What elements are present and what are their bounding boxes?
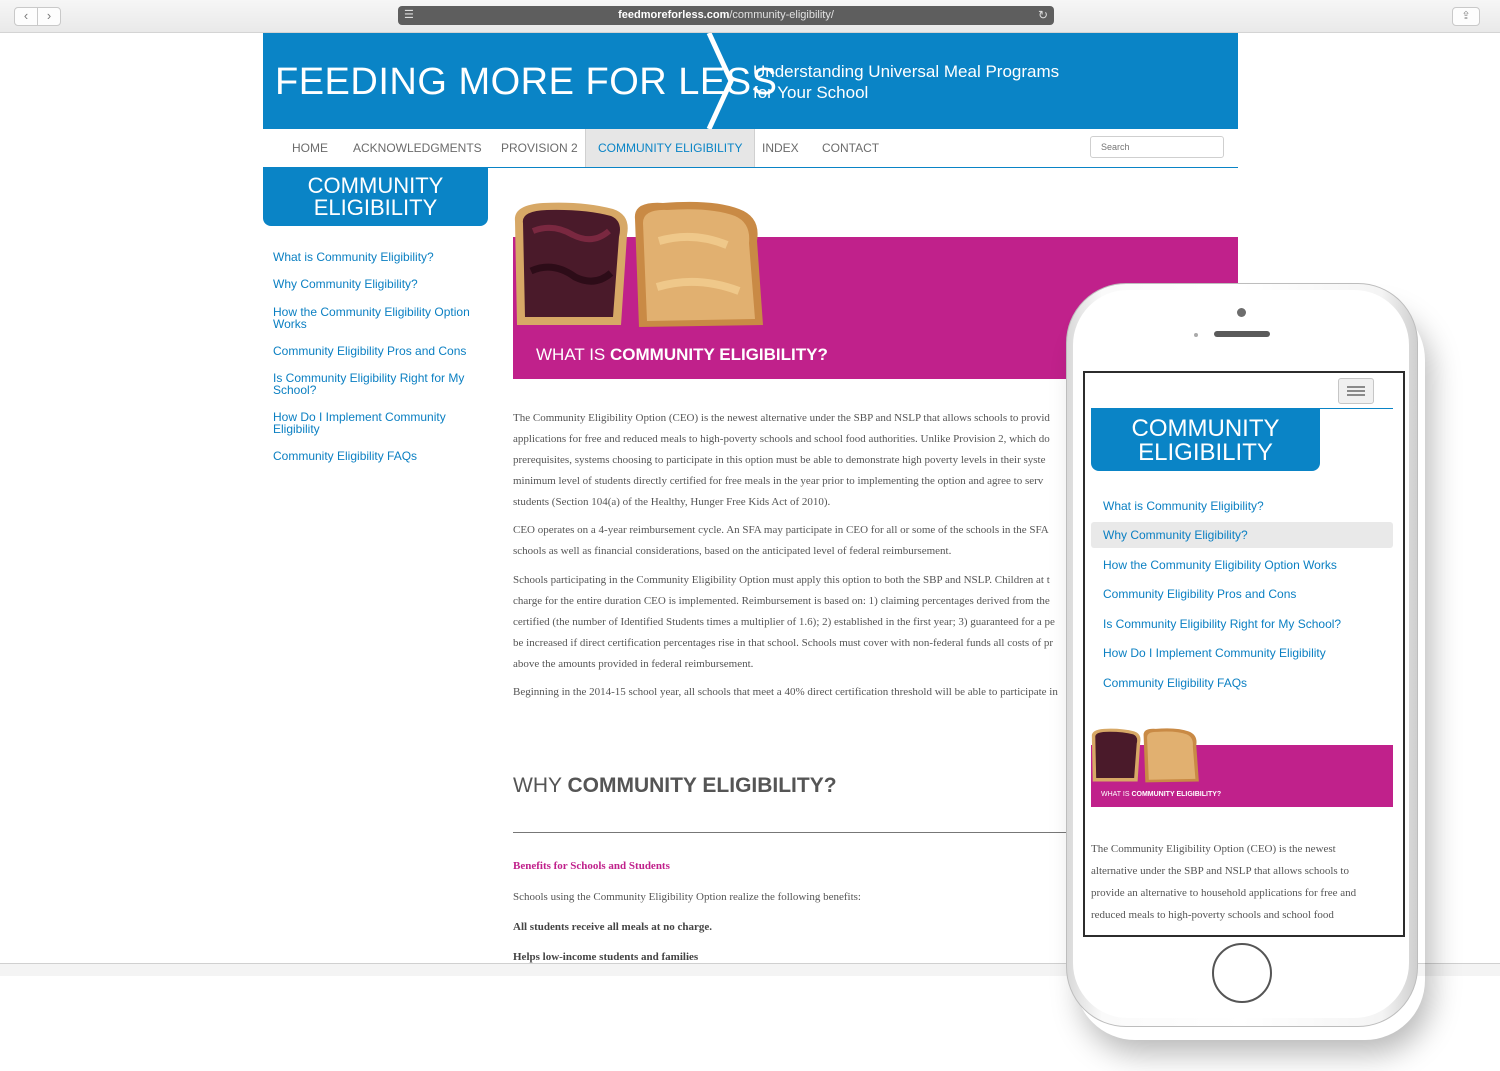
why-heading-bold: COMMUNITY ELIGIBILITY? [567, 774, 837, 797]
proximity-sensor [1194, 333, 1198, 337]
reload-icon[interactable]: ↻ [1038, 6, 1048, 25]
mobile-link-faqs[interactable]: Community Eligibility FAQs [1091, 670, 1393, 696]
paragraph-3: Schools participating in the Community E… [513, 570, 1073, 675]
hamburger-icon [1347, 390, 1365, 392]
site-tagline: Understanding Universal Meal Programs fo… [753, 61, 1113, 103]
mobile-link-what-is[interactable]: What is Community Eligibility? [1091, 493, 1393, 519]
nav-provision-2[interactable]: PROVISION 2 [501, 129, 578, 167]
hamburger-menu-button[interactable] [1338, 378, 1374, 404]
sidebar-link-why[interactable]: Why Community Eligibility? [273, 278, 478, 290]
benefit-item: Helps low-income students and families [513, 951, 699, 963]
mobile-paragraph-line: The Community Eligibility Option (CEO) i… [1091, 843, 1336, 855]
forward-button[interactable]: › [37, 7, 61, 26]
site-banner: FEEDING MORE FOR LESS Understanding Univ… [263, 33, 1238, 129]
mobile-link-right-for-school[interactable]: Is Community Eligibility Right for My Sc… [1091, 611, 1393, 637]
sidebar-link-what-is[interactable]: What is Community Eligibility? [273, 251, 478, 263]
chevron-left-icon: ‹ [23, 8, 29, 23]
paragraph-1-line: The Community Eligibility Option (CEO) i… [513, 412, 1050, 424]
paragraph-3-line: Schools participating in the Community E… [513, 574, 1050, 586]
why-heading-prefix: WHY [513, 774, 568, 797]
paragraph-3-line: charge for the entire duration CEO is im… [513, 595, 1050, 607]
address-bar[interactable]: ☰ feedmoreforless.com/community-eligibil… [398, 6, 1054, 25]
mobile-paragraph: The Community Eligibility Option (CEO) i… [1091, 838, 1391, 926]
hero-title-bold: COMMUNITY ELIGIBILITY? [610, 345, 828, 364]
sidebar-link-right-for-school[interactable]: Is Community Eligibility Right for My Sc… [273, 372, 478, 396]
section-heading-why: WHY COMMUNITY ELIGIBILITY? [513, 774, 837, 798]
paragraph-2: CEO operates on a 4-year reimbursement c… [513, 520, 1073, 562]
toast-image [514, 201, 763, 327]
mobile-link-pros-cons[interactable]: Community Eligibility Pros and Cons [1091, 581, 1393, 607]
mobile-paragraph-line: reduced meals to high-poverty schools an… [1091, 909, 1334, 921]
hamburger-icon [1347, 394, 1365, 396]
mobile-heading-line-2: ELIGIBILITY [1138, 439, 1273, 466]
sidebar-heading: COMMUNITY ELIGIBILITY [263, 167, 488, 226]
home-button[interactable] [1212, 943, 1272, 1003]
chevron-right-icon: › [46, 8, 52, 23]
nav-contact[interactable]: CONTACT [822, 129, 879, 167]
mobile-link-how-works[interactable]: How the Community Eligibility Option Wor… [1091, 552, 1393, 578]
back-button[interactable]: ‹ [14, 7, 38, 26]
jam-toast [514, 202, 628, 325]
sidebar-link-implement[interactable]: How Do I Implement Community Eligibility [273, 411, 478, 435]
paragraph-4: Beginning in the 2014-15 school year, al… [513, 682, 1073, 703]
peanut-butter-toast [634, 201, 763, 327]
tagline-line-2: for Your School [753, 83, 869, 102]
nav-acknowledgments[interactable]: ACKNOWLEDGMENTS [353, 129, 482, 167]
speaker-grille [1214, 331, 1270, 337]
phone-screen: COMMUNITY ELIGIBILITY What is Community … [1083, 371, 1405, 937]
paragraph-1: The Community Eligibility Option (CEO) i… [513, 408, 1073, 513]
mobile-hero-title: WHAT IS COMMUNITY ELIGIBILITY? [1101, 791, 1221, 798]
paragraph-3-line: be increased if direct certification per… [513, 637, 1054, 649]
mobile-hero-prefix: WHAT IS [1101, 791, 1132, 798]
paragraph-2-line: schools as well as financial considerati… [513, 545, 952, 557]
sidebar-link-pros-cons[interactable]: Community Eligibility Pros and Cons [273, 345, 478, 357]
nav-index[interactable]: INDEX [762, 129, 799, 167]
paragraph-1-line: prerequisites, systems choosing to parti… [513, 454, 1046, 466]
benefit-item: All students receive all meals at no cha… [513, 921, 712, 933]
paragraph-4-line: Beginning in the 2014-15 school year, al… [513, 686, 1058, 698]
nav-community-eligibility[interactable]: COMMUNITY ELIGIBILITY [585, 129, 756, 167]
paragraph-1-line: applications for free and reduced meals … [513, 433, 1050, 445]
mobile-paragraph-line: provide an alternative to household appl… [1091, 887, 1357, 899]
mobile-sidebar-heading: COMMUNITY ELIGIBILITY [1091, 409, 1320, 471]
paragraph-3-line: above the amounts provided in federal re… [513, 658, 754, 670]
search-input[interactable] [1090, 136, 1224, 158]
benefits-intro: Schools using the Community Eligibility … [513, 891, 861, 903]
mobile-hero-bold: COMMUNITY ELIGIBILITY? [1131, 791, 1222, 798]
mobile-paragraph-line: alternative under the SBP and NSLP that … [1091, 865, 1349, 877]
mobile-link-why[interactable]: Why Community Eligibility? [1091, 522, 1393, 548]
front-camera-icon [1237, 308, 1246, 317]
sidebar-heading-line-1: COMMUNITY [307, 173, 444, 198]
sidebar-heading-line-2: ELIGIBILITY [313, 195, 438, 220]
reader-view-icon[interactable]: ☰ [404, 6, 414, 25]
tagline-line-1: Understanding Universal Meal Programs [753, 62, 1060, 81]
hero-title-prefix: WHAT IS [536, 345, 610, 364]
hero-title: WHAT IS COMMUNITY ELIGIBILITY? [536, 345, 828, 365]
section-divider [513, 832, 1073, 833]
paragraph-2-line: CEO operates on a 4-year reimbursement c… [513, 524, 1049, 536]
paragraph-1-line: minimum level of students directly certi… [513, 475, 1044, 487]
url-host: feedmoreforless.com [618, 9, 730, 21]
nav-home[interactable]: HOME [292, 129, 328, 167]
banner-chevron-divider [706, 33, 734, 129]
paragraph-1-line: students (Section 104(a) of the Healthy,… [513, 496, 831, 508]
mobile-toast-image [1091, 728, 1199, 783]
main-nav: HOME ACKNOWLEDGMENTS PROVISION 2 COMMUNI… [263, 129, 1238, 168]
browser-toolbar: ‹ › ☰ feedmoreforless.com/community-elig… [0, 0, 1500, 33]
mobile-heading-line-1: COMMUNITY [1131, 415, 1280, 442]
benefits-heading: Benefits for Schools and Students [513, 860, 670, 872]
sidebar-link-faqs[interactable]: Community Eligibility FAQs [273, 450, 478, 462]
mobile-link-implement[interactable]: How Do I Implement Community Eligibility [1091, 640, 1393, 666]
paragraph-3-line: certified (the number of Identified Stud… [513, 616, 1055, 628]
hamburger-icon [1347, 386, 1365, 388]
share-icon: ⇪ [1461, 10, 1471, 22]
share-button[interactable]: ⇪ [1452, 7, 1480, 26]
sidebar-link-how-works[interactable]: How the Community Eligibility Option Wor… [273, 306, 478, 330]
url-path: /community-eligibility/ [729, 9, 834, 21]
